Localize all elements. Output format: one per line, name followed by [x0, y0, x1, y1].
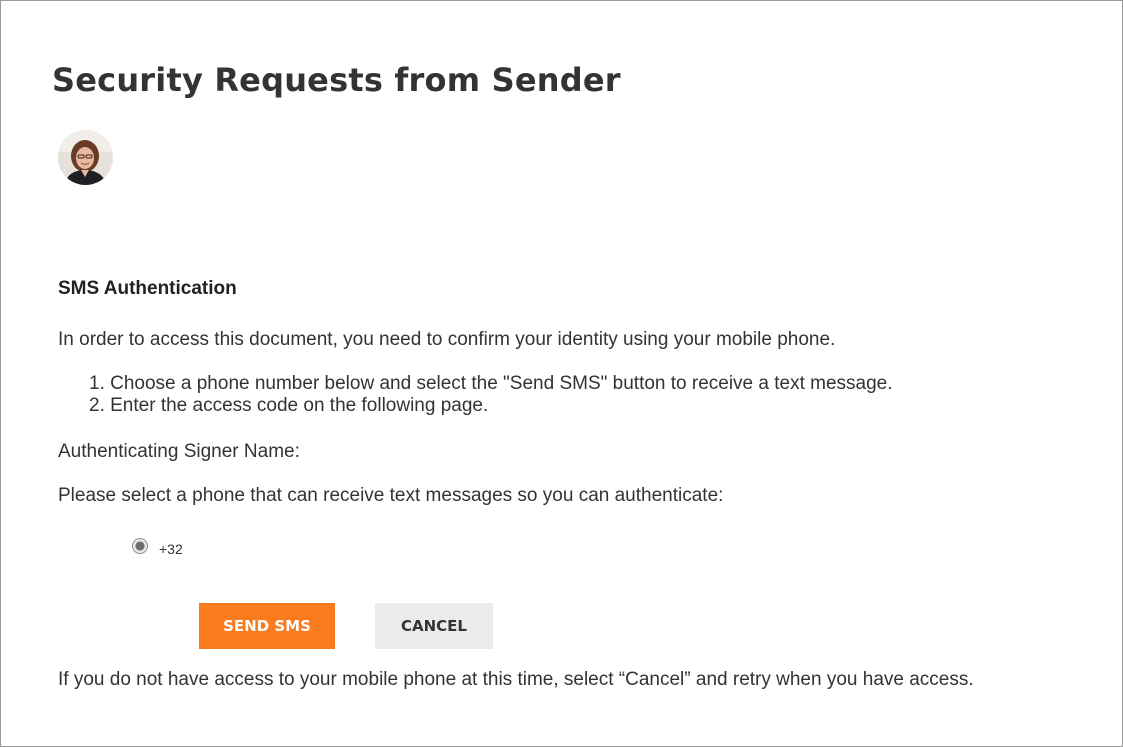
- sms-authentication-heading: SMS Authentication: [58, 278, 237, 299]
- select-phone-prompt: Please select a phone that can receive t…: [58, 485, 724, 506]
- send-sms-button[interactable]: SEND SMS: [199, 603, 335, 649]
- page-title: Security Requests from Sender: [52, 61, 621, 99]
- signer-name-label: Authenticating Signer Name:: [58, 441, 300, 462]
- intro-text: In order to access this document, you ne…: [58, 329, 836, 350]
- sender-avatar: [58, 130, 113, 185]
- footer-note: If you do not have access to your mobile…: [58, 669, 974, 690]
- radio-selected-icon[interactable]: [132, 538, 148, 554]
- instruction-steps: 1. Choose a phone number below and selec…: [58, 373, 893, 417]
- instruction-step: 2. Enter the access code on the followin…: [89, 395, 489, 416]
- phone-option[interactable]: +32: [132, 536, 183, 557]
- instruction-step: 1. Choose a phone number below and selec…: [89, 373, 893, 394]
- avatar-photo-icon: [58, 130, 113, 185]
- cancel-button[interactable]: CANCEL: [375, 603, 493, 649]
- phone-number-label: +32: [159, 541, 183, 557]
- security-request-panel: Security Requests from Sender SMS Authen…: [0, 0, 1123, 747]
